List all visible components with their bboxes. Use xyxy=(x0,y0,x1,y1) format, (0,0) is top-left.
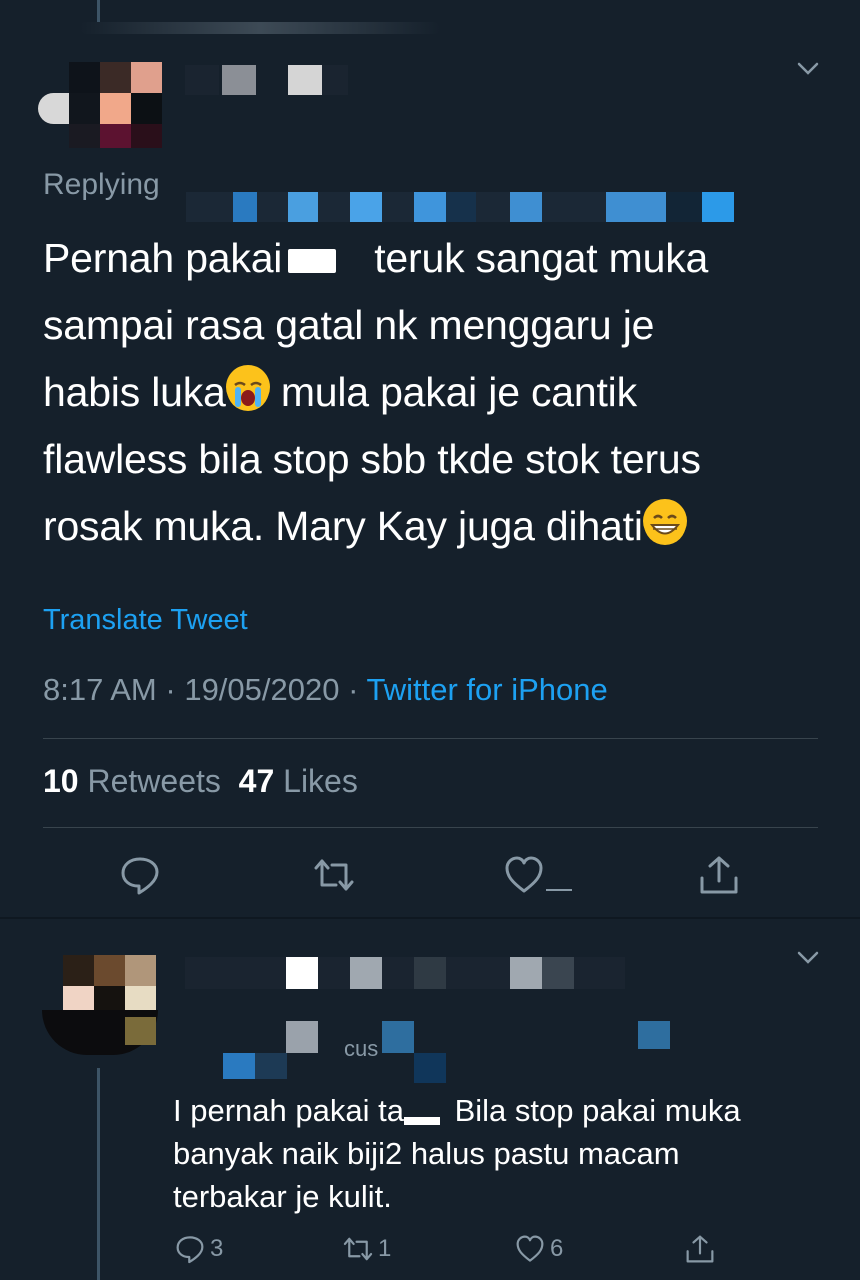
share-icon[interactable] xyxy=(697,853,741,897)
replying-to-label: Replying xyxy=(43,168,160,201)
redaction-pixel xyxy=(255,1053,287,1079)
avatar-pixel xyxy=(125,1017,156,1045)
likes-stat[interactable]: 47 Likes xyxy=(239,763,358,799)
retweet-icon xyxy=(343,1237,373,1261)
tweet-source-link[interactable]: Twitter for iPhone xyxy=(367,672,608,707)
avatar-pixel xyxy=(69,62,100,93)
avatar-pixel xyxy=(69,124,100,148)
reply-text: I pernah pakai ta Bila stop pakai muka b… xyxy=(173,1089,813,1218)
tweet-detail-page: Replying Pernah pakai teruk sangat muka s… xyxy=(0,0,860,1280)
redaction-pixel xyxy=(350,957,382,989)
chevron-down-icon[interactable] xyxy=(797,62,819,76)
translate-tweet-link[interactable]: Translate Tweet xyxy=(43,604,248,637)
tweet-date: 19/05/2020 xyxy=(184,672,340,707)
divider xyxy=(43,827,818,828)
redaction-pixel xyxy=(233,192,257,222)
reply-handle-fragment: cus xyxy=(344,1036,379,1061)
redaction-pixel xyxy=(638,1021,670,1049)
redaction-pixel xyxy=(446,192,476,222)
redaction-pixel xyxy=(286,957,318,989)
avatar-pixel xyxy=(100,62,131,93)
redaction-pixel xyxy=(414,192,446,222)
redaction-pixel xyxy=(288,65,322,95)
reply-icon xyxy=(176,1236,204,1264)
redaction-pixel xyxy=(382,1021,414,1053)
grinning-face-emoji-icon xyxy=(642,499,687,545)
redacted-brand-name xyxy=(403,1117,440,1125)
avatar-pixel xyxy=(100,93,131,124)
redaction-pixel xyxy=(606,192,666,222)
reply-reply-action[interactable]: 3 xyxy=(174,1232,223,1266)
avatar-pixel xyxy=(94,955,125,986)
avatar-pixel xyxy=(38,93,69,124)
thread-line xyxy=(97,1068,100,1280)
avatar-pixel xyxy=(131,93,162,124)
redaction-pixel xyxy=(222,65,256,95)
section-divider xyxy=(0,917,860,919)
likes-label: Likes xyxy=(283,763,358,799)
chevron-down-icon[interactable] xyxy=(797,951,819,965)
share-icon xyxy=(686,1235,714,1263)
avatar-pixel xyxy=(131,62,162,93)
avatar-pixel xyxy=(69,93,100,124)
reply-author-avatar[interactable] xyxy=(38,955,162,1055)
avatar-pixel xyxy=(63,955,94,986)
redaction-pixel xyxy=(288,192,318,222)
redaction-pixel xyxy=(666,192,702,222)
tweet-time: 8:17 AM xyxy=(43,672,157,707)
retweets-label: Retweets xyxy=(87,763,221,799)
redaction-pixel xyxy=(350,192,382,222)
like-count: 6 xyxy=(550,1235,564,1262)
previous-tweet-edge xyxy=(80,22,440,34)
redaction-pixel xyxy=(414,1053,446,1083)
author-avatar[interactable] xyxy=(38,62,162,152)
tweet-text: Pernah pakai teruk sangat muka sampai ras… xyxy=(43,225,813,560)
redaction-pixel xyxy=(510,192,542,222)
retweets-stat[interactable]: 10 Retweets xyxy=(43,763,221,799)
retweet-count: 1 xyxy=(378,1235,392,1262)
redaction-pixel xyxy=(286,1021,318,1053)
like-icon[interactable] xyxy=(504,853,576,897)
redaction-pixel xyxy=(322,65,348,95)
reply-share-action[interactable] xyxy=(684,1232,716,1266)
avatar-pixel xyxy=(131,124,162,148)
redaction-pixel xyxy=(510,957,542,989)
reply-text-part: I pernah pakai ta xyxy=(173,1093,404,1128)
redaction-pixel xyxy=(702,192,734,222)
meta-separator: · xyxy=(165,672,176,707)
like-icon xyxy=(516,1235,544,1262)
redacted-brand-name xyxy=(288,249,337,274)
tweet-meta: 8:17 AM · 19/05/2020 · Twitter for iPhon… xyxy=(43,672,608,708)
retweet-icon[interactable] xyxy=(312,853,356,897)
meta-separator: · xyxy=(348,672,359,707)
redaction-pixel xyxy=(223,1053,255,1079)
retweets-count: 10 xyxy=(43,763,79,799)
avatar-pixel xyxy=(100,124,131,148)
redaction-pixel xyxy=(185,65,219,95)
reply-like-action[interactable]: 6 xyxy=(514,1232,563,1266)
redaction-pixel xyxy=(542,957,574,989)
loudly-crying-face-emoji-icon xyxy=(225,365,270,411)
divider xyxy=(43,738,818,739)
reply-retweet-action[interactable]: 1 xyxy=(342,1232,391,1266)
engagement-stats: 10 Retweets 47 Likes xyxy=(43,763,358,800)
avatar-pixel xyxy=(125,955,156,986)
reply-count: 3 xyxy=(210,1235,224,1262)
thread-line xyxy=(97,0,100,22)
redaction-pixel xyxy=(414,957,446,989)
reply-icon[interactable] xyxy=(118,853,162,897)
tweet-text-part: Pernah pakai xyxy=(43,235,283,281)
likes-count: 47 xyxy=(238,763,275,799)
